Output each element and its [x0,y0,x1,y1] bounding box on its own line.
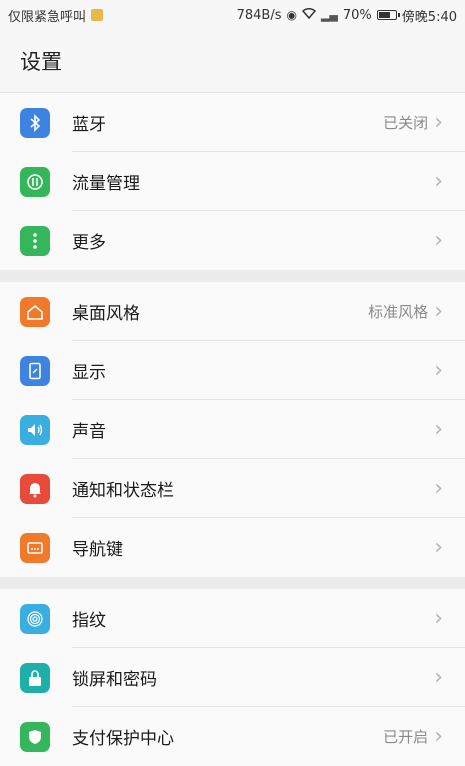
chevron-right-icon: › [434,109,443,135]
chevron-right-icon: › [434,168,443,194]
settings-group-security: 指纹 › 锁屏和密码 › 支付保护中心 已开启 › [0,589,465,766]
sound-icon [20,414,50,445]
chevron-right-icon: › [434,357,443,383]
page-title: 设置 [0,30,465,93]
settings-item-label: 支付保护中心 [72,729,174,749]
navigation-key-icon [20,532,50,563]
group-separator [0,270,465,282]
settings-item-label: 导航键 [72,540,123,560]
data-usage-icon [20,166,50,197]
battery-icon [376,10,400,20]
status-bar: 仅限紧急呼叫 784B/s ◉ ▂▄ 70% 傍晚5:40 [0,0,465,30]
settings-item-label: 指纹 [72,611,106,631]
settings-item-value: 标准风格 [368,303,429,321]
fingerprint-icon [20,603,50,634]
settings-item-label: 通知和状态栏 [72,481,174,501]
settings-item-data-usage[interactable]: 流量管理 › [0,152,465,211]
group-separator [0,577,465,589]
bluetooth-icon [20,107,50,138]
chevron-right-icon: › [434,723,443,749]
settings-group-connectivity: 蓝牙 已关闭 › 流量管理 › 更多 › [0,93,465,270]
signal-icon: ▂▄ [320,8,338,22]
settings-item-label: 显示 [72,363,106,383]
settings-item-home-style[interactable]: 桌面风格 标准风格 › [0,282,465,341]
chevron-right-icon: › [434,298,443,324]
more-icon [20,225,50,256]
settings-group-personalization: 桌面风格 标准风格 › 显示 › 声音 › 通知和状态栏 › 导航键 › [0,282,465,577]
home-style-icon [20,296,50,327]
chevron-right-icon: › [434,475,443,501]
settings-item-label: 流量管理 [72,174,140,194]
chevron-right-icon: › [434,534,443,560]
chevron-right-icon: › [434,227,443,253]
lock-icon [20,662,50,693]
settings-item-label: 桌面风格 [72,304,140,324]
network-speed: 784B/s [236,7,282,23]
settings-item-label: 蓝牙 [72,115,106,135]
settings-item-label: 声音 [72,422,106,442]
payment-protection-icon [20,721,50,752]
settings-item-display[interactable]: 显示 › [0,341,465,400]
notification-icon [20,473,50,504]
settings-item-navigation-keys[interactable]: 导航键 › [0,518,465,577]
settings-item-bluetooth[interactable]: 蓝牙 已关闭 › [0,93,465,152]
chevron-right-icon: › [434,605,443,631]
settings-item-fingerprint[interactable]: 指纹 › [0,589,465,648]
settings-item-notifications[interactable]: 通知和状态栏 › [0,459,465,518]
display-icon [20,355,50,386]
settings-item-value: 已关闭 [383,114,429,132]
battery-percent: 70% [342,7,372,23]
settings-item-more[interactable]: 更多 › [0,211,465,270]
carrier-text: 仅限紧急呼叫 [8,9,87,25]
settings-item-value: 已开启 [383,728,429,746]
settings-item-sound[interactable]: 声音 › [0,400,465,459]
wifi-icon [301,7,317,23]
settings-item-label: 锁屏和密码 [72,670,157,690]
settings-item-payment-protection[interactable]: 支付保护中心 已开启 › [0,707,465,766]
eye-comfort-icon: ◉ [286,8,297,22]
chevron-right-icon: › [434,664,443,690]
chevron-right-icon: › [434,416,443,442]
sim-icon [91,9,104,21]
clock: 傍晚5:40 [401,9,457,25]
settings-item-label: 更多 [72,233,106,253]
settings-item-lock-screen[interactable]: 锁屏和密码 › [0,648,465,707]
